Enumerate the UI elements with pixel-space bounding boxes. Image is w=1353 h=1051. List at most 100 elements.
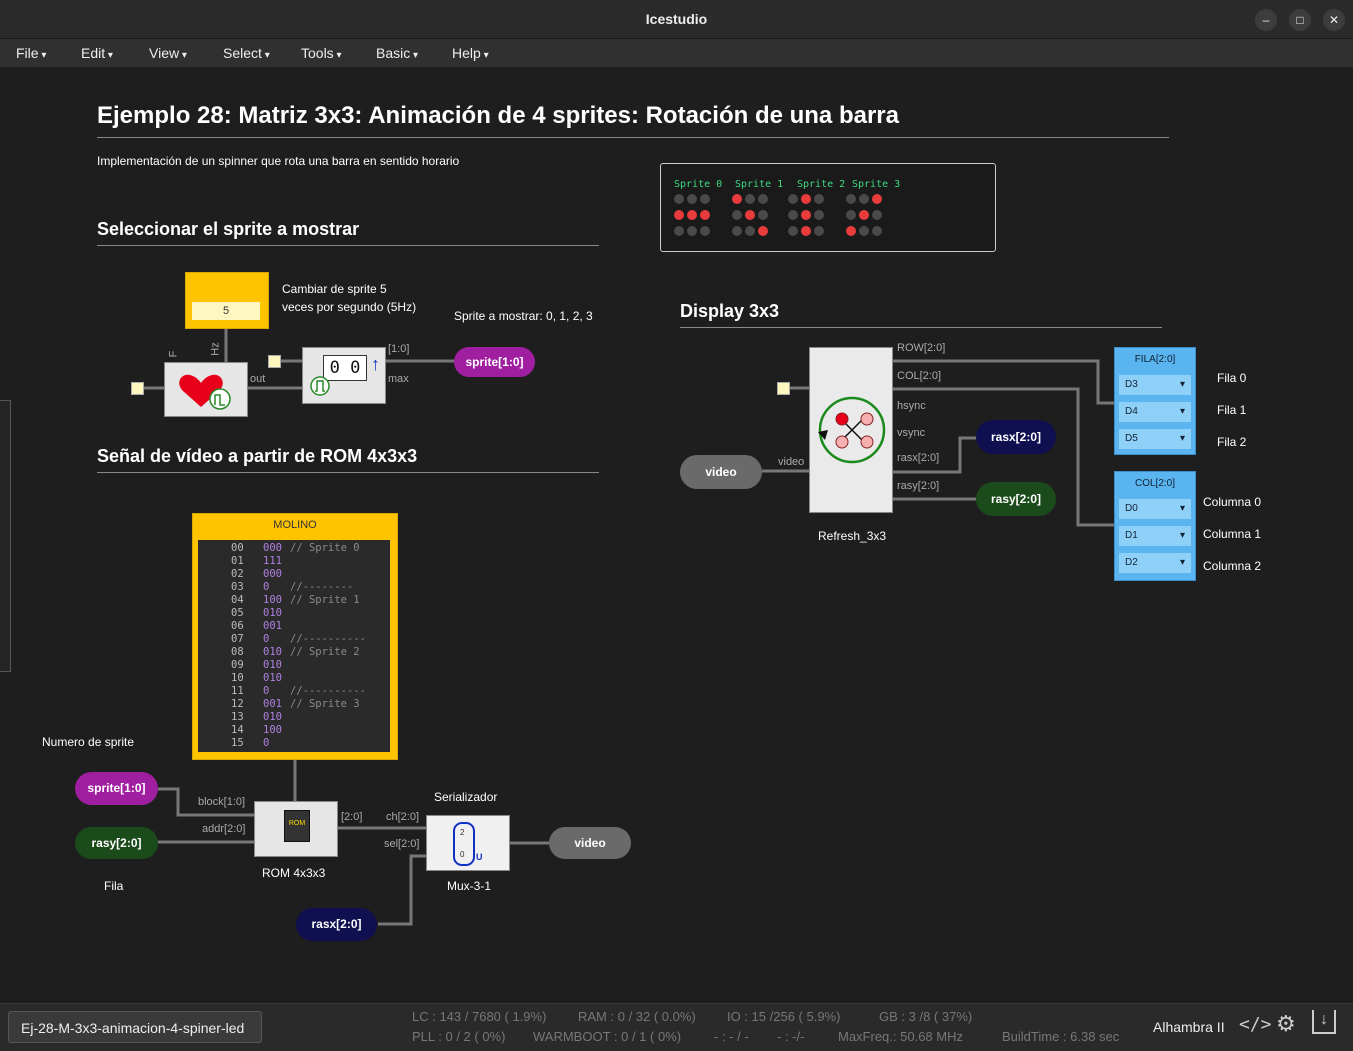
title-rule xyxy=(97,137,1169,138)
arrow-up-icon: ↑ xyxy=(371,354,380,374)
output-label-sprite[interactable]: sprite[1:0] xyxy=(454,347,535,377)
pin-label: ch[2:0] xyxy=(386,811,420,823)
col-pin-select-2[interactable]: D2 xyxy=(1119,553,1191,573)
counter-block[interactable]: 0 0 ↑ xyxy=(302,347,386,404)
fila-pin-select-1[interactable]: D4 xyxy=(1119,402,1191,422)
board-name[interactable]: Alhambra II xyxy=(1153,1019,1225,1035)
col-pin-select-0[interactable]: D0 xyxy=(1119,499,1191,519)
col-title: COL[2:0] xyxy=(1134,478,1176,489)
sprite-led xyxy=(758,210,768,220)
pin-label: hsync xyxy=(897,400,926,412)
sprite-led xyxy=(872,226,882,236)
col-output-block[interactable]: COL[2:0] D0 D1 D2 xyxy=(1114,471,1196,581)
rom-line-address: 11 xyxy=(231,685,244,697)
pin-label: [2:0] xyxy=(341,811,363,823)
stat-unknown: - : - / - xyxy=(714,1029,749,1044)
section-rule xyxy=(97,472,599,473)
code-icon[interactable]: </> xyxy=(1239,1014,1272,1035)
sprite-led xyxy=(846,194,856,204)
note-text: Serializador xyxy=(434,790,498,804)
input-label-video[interactable]: video xyxy=(680,455,762,489)
pin-label: out xyxy=(250,373,266,385)
mux-block[interactable]: 2 0 U xyxy=(426,815,510,871)
stat-io: IO : 15 /256 ( 5.9%) xyxy=(727,1009,841,1024)
pulse-icon xyxy=(310,376,330,396)
sprite-led xyxy=(801,194,811,204)
pin-note: Fila 0 xyxy=(1217,371,1247,385)
fila-output-block[interactable]: FILA[2:0] D3 D4 D5 xyxy=(1114,347,1196,455)
pin-label: rasy[2:0] xyxy=(897,480,940,492)
rom-line-value: 100 xyxy=(263,594,282,606)
status-bar: Ej-28-M-3x3-animacion-4-spiner-led LC : … xyxy=(0,1003,1353,1051)
sprite-led xyxy=(814,210,824,220)
download-icon[interactable]: ↓ xyxy=(1312,1010,1336,1034)
note-text: Fila xyxy=(104,879,124,893)
pin-note: Columna 0 xyxy=(1203,495,1262,509)
pin-note: Fila 2 xyxy=(1217,435,1247,449)
sprite-led xyxy=(846,226,856,236)
sprite-led xyxy=(801,226,811,236)
block-label: Refresh_3x3 xyxy=(818,529,887,543)
input-label-rasy[interactable]: rasy[2:0] xyxy=(75,827,158,859)
sprite-led xyxy=(700,226,710,236)
rom-block[interactable]: ROM xyxy=(254,801,338,857)
fila-pin-select-2[interactable]: D5 xyxy=(1119,429,1191,449)
sprite-led xyxy=(700,194,710,204)
input-label-sprite[interactable]: sprite[1:0] xyxy=(75,772,158,805)
sprite-led xyxy=(788,210,798,220)
heart-icon xyxy=(179,374,231,410)
rom-line-value: 100 xyxy=(263,724,282,736)
section-title-select: Seleccionar el sprite a mostrar xyxy=(97,219,360,239)
output-label-video[interactable]: video xyxy=(549,827,631,859)
sprite-led xyxy=(872,194,882,204)
clock-input[interactable] xyxy=(777,382,790,395)
rom-chip-icon: ROM xyxy=(284,810,310,842)
settings-icon[interactable]: ⚙ xyxy=(1276,1011,1296,1037)
clock-input[interactable] xyxy=(131,382,144,395)
rom-line-comment: //---------- xyxy=(290,685,366,697)
rom-line-value: 111 xyxy=(263,555,282,567)
reset-input[interactable] xyxy=(268,355,281,368)
sprite-led xyxy=(674,226,684,236)
rom-code-editor[interactable]: 00 000// Sprite 0 01 111 02 000 03 0//-------- 0… xyxy=(198,540,390,752)
note-text: Numero de sprite xyxy=(42,735,135,749)
sprite-led xyxy=(732,194,742,204)
fila-pin-select-0[interactable]: D3 xyxy=(1119,375,1191,395)
sprite-led xyxy=(814,194,824,204)
rom-line-value: 010 xyxy=(263,711,282,723)
stat-maxfreq: MaxFreq.: 50.68 MHz xyxy=(838,1029,963,1044)
sprite-led xyxy=(758,226,768,236)
output-label-rasy[interactable]: rasy[2:0] xyxy=(976,482,1056,516)
section-title-display: Display 3x3 xyxy=(680,301,780,321)
project-name: Ej-28-M-3x3-animacion-4-spiner-led xyxy=(8,1011,262,1043)
sprite-led xyxy=(859,210,869,220)
sprite-led xyxy=(846,210,856,220)
sprite-led xyxy=(788,194,798,204)
stat-lc: LC : 143 / 7680 ( 1.9%) xyxy=(412,1009,547,1024)
rom-line-address: 14 xyxy=(231,724,244,736)
col-pin-select-1[interactable]: D1 xyxy=(1119,526,1191,546)
refresh-block[interactable] xyxy=(809,347,893,513)
heartbeat-block[interactable] xyxy=(164,362,248,417)
page-title: Ejemplo 28: Matriz 3x3: Animación de 4 s… xyxy=(97,102,899,129)
refresh-icon xyxy=(818,396,886,464)
pin-label: video xyxy=(778,456,805,468)
stat-unknown: - : -/- xyxy=(777,1029,805,1044)
rom-line-address: 15 xyxy=(231,737,244,749)
section-rule xyxy=(97,245,599,246)
input-label-rasx[interactable]: rasx[2:0] xyxy=(296,908,377,941)
rom-line-value: 0 xyxy=(263,633,270,645)
block-label: Mux-3-1 xyxy=(447,879,492,893)
sprite-led xyxy=(687,194,697,204)
constant-value-field[interactable]: 5 xyxy=(192,302,260,320)
sprite-led xyxy=(674,194,684,204)
output-label-rasx[interactable]: rasx[2:0] xyxy=(976,420,1056,454)
sprite-led xyxy=(745,194,755,204)
rom-line-value: 000 xyxy=(263,542,282,554)
rom-line-address: 03 xyxy=(231,581,244,593)
pin-note: Columna 2 xyxy=(1203,559,1262,573)
sprite-led xyxy=(872,210,882,220)
rom-line-value: 0 xyxy=(263,581,270,593)
constant-block[interactable]: 5 xyxy=(185,272,269,329)
pin-label: ROW[2:0] xyxy=(897,342,946,354)
